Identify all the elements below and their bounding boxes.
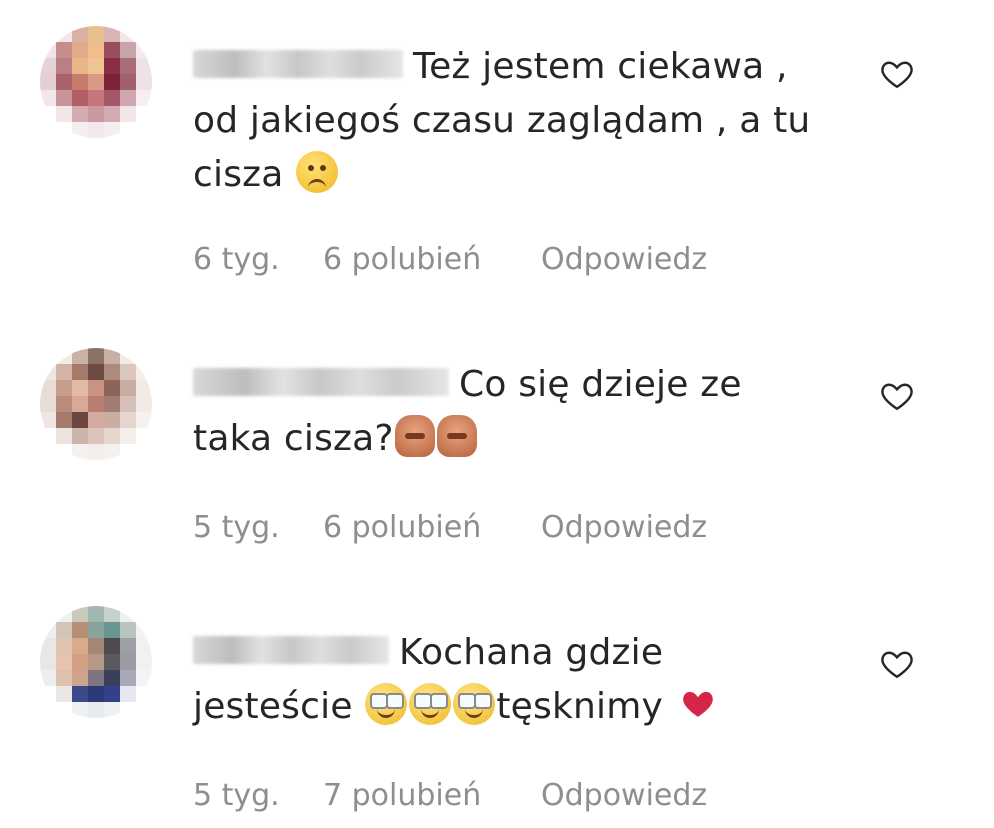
see-no-evil-monkey-icon [436,415,477,457]
avatar[interactable] [40,26,152,138]
username[interactable] [193,636,389,664]
comment-likes[interactable]: 6 polubień [323,510,541,545]
comment-text: Też jestem ciekawa , od jakiegoś czasu z… [193,40,823,202]
comment-time[interactable]: 5 tyg. [193,510,323,545]
heart-icon[interactable] [878,56,916,92]
comment-time[interactable]: 5 tyg. [193,778,323,813]
username[interactable] [193,50,403,78]
avatar[interactable] [40,606,152,718]
comment-text: Kochana gdzie jesteście tęsknimy [193,626,823,734]
comment-likes[interactable]: 7 polubień [323,778,541,813]
heart-icon[interactable] [878,646,916,682]
comment-text: Co się dzieje ze taka cisza? [193,358,823,466]
smiling-face-with-glasses-icon [409,683,452,725]
username[interactable] [193,368,449,396]
avatar[interactable] [40,348,152,460]
comment-likes[interactable]: 6 polubień [323,242,541,277]
smiling-face-with-glasses-icon [453,683,496,725]
reply-button[interactable]: Odpowiedz [541,778,707,813]
reply-button[interactable]: Odpowiedz [541,242,707,277]
slightly-frowning-face-icon [296,151,339,193]
comment-meta: 6 tyg. 6 polubień Odpowiedz [193,242,707,277]
comment-meta: 5 tyg. 7 polubień Odpowiedz [193,778,707,813]
heart-icon[interactable] [878,378,916,414]
red-heart-icon [682,691,713,717]
comment-meta: 5 tyg. 6 polubień Odpowiedz [193,510,707,545]
smiling-face-with-glasses-icon [365,683,408,725]
comment-text-after: tęsknimy [496,686,663,727]
see-no-evil-monkey-icon [394,415,435,457]
reply-button[interactable]: Odpowiedz [541,510,707,545]
comment-time[interactable]: 6 tyg. [193,242,323,277]
